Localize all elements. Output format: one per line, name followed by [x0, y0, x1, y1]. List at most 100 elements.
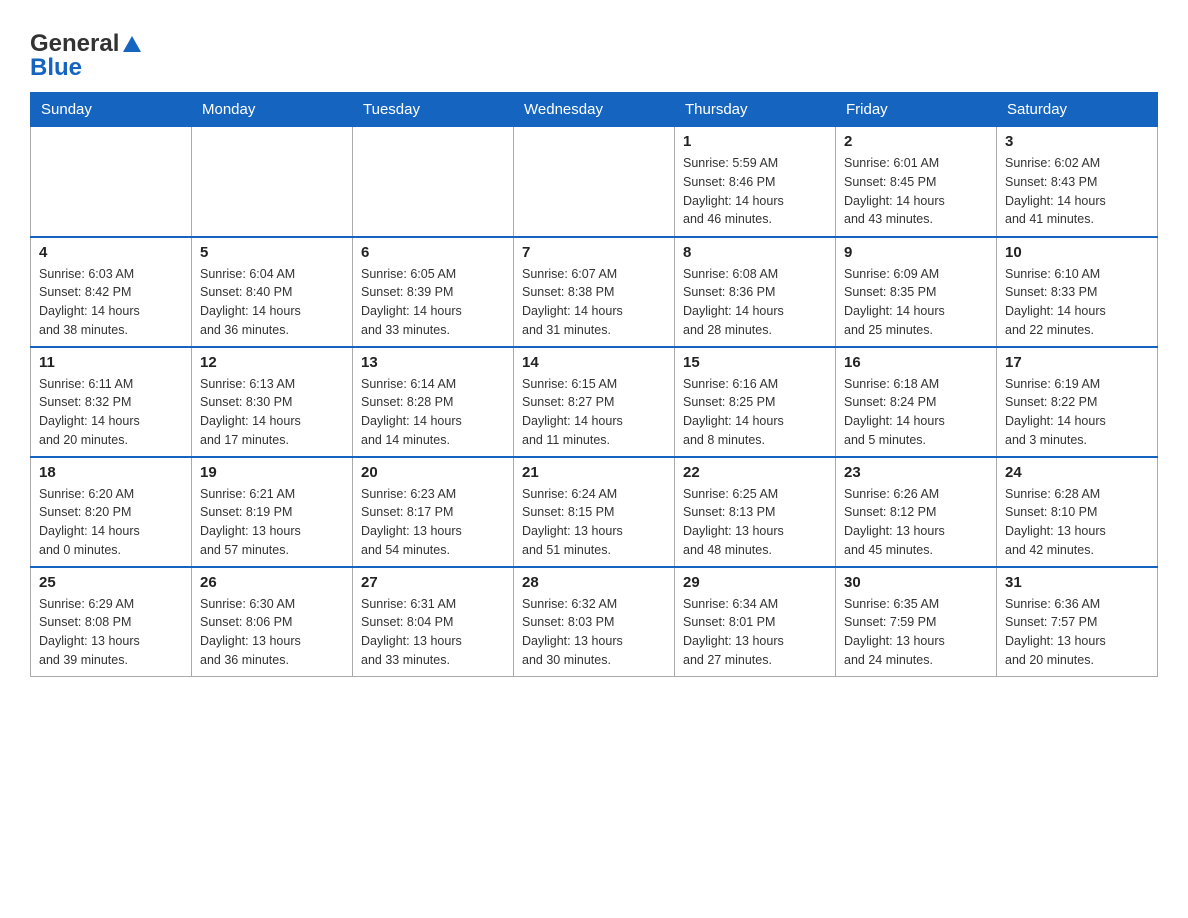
calendar-cell-30: 30Sunrise: 6:35 AM Sunset: 7:59 PM Dayli…: [836, 567, 997, 677]
calendar-cell-20: 20 Sunrise: 6:23 AM Sunset: 8:17 PM Dayli…: [353, 457, 514, 567]
weekday-header-tuesday: Tuesday: [353, 93, 514, 127]
day-number: 29: [683, 574, 827, 591]
day-info: Sunrise: 6:23 AM Sunset: 8:17 PM Dayligh…: [361, 485, 505, 560]
day-number: 19: [200, 464, 344, 481]
weekday-header-sunday: Sunday: [31, 93, 192, 127]
day-info: Sunrise: 6:36 AM Sunset: 7:57 PM Dayligh…: [1005, 595, 1149, 670]
weekday-header-friday: Friday: [836, 93, 997, 127]
day-info: Sunrise: 6:30 AM Sunset: 8:06 PM Dayligh…: [200, 595, 344, 670]
calendar-cell-13: 13 Sunrise: 6:14 AM Sunset: 8:28 PM Dayli…: [353, 347, 514, 457]
day-info: Sunrise: 6:02 AM Sunset: 8:43 PM Dayligh…: [1005, 154, 1149, 229]
calendar-cell-31: 31 Sunrise: 6:36 AM Sunset: 7:57 PM Dayli…: [997, 567, 1158, 677]
day-number: 9: [844, 244, 988, 261]
day-info: Sunrise: 6:21 AM Sunset: 8:19 PM Dayligh…: [200, 485, 344, 560]
day-info: Sunrise: 6:15 AM Sunset: 8:27 PM Dayligh…: [522, 375, 666, 450]
day-number: 24: [1005, 464, 1149, 481]
day-number: 20: [361, 464, 505, 481]
day-number: 11: [39, 354, 183, 371]
calendar-week-2: 4Sunrise: 6:03 AM Sunset: 8:42 PM Daylig…: [31, 237, 1158, 347]
day-info: Sunrise: 6:29 AM Sunset: 8:08 PM Dayligh…: [39, 595, 183, 670]
day-number: 27: [361, 574, 505, 591]
calendar-cell-28: 28 Sunrise: 6:32 AM Sunset: 8:03 PM Dayli…: [514, 567, 675, 677]
day-number: 2: [844, 133, 988, 150]
calendar-cell-6: 6 Sunrise: 6:05 AM Sunset: 8:39 PM Daylig…: [353, 237, 514, 347]
logo-blue-text: Blue: [30, 54, 82, 82]
day-number: 25: [39, 574, 183, 591]
calendar-cell-empty: [353, 127, 514, 237]
calendar-cell-14: 14 Sunrise: 6:15 AM Sunset: 8:27 PM Dayli…: [514, 347, 675, 457]
day-number: 21: [522, 464, 666, 481]
day-info: Sunrise: 6:28 AM Sunset: 8:10 PM Dayligh…: [1005, 485, 1149, 560]
day-number: 13: [361, 354, 505, 371]
logo: General Blue: [30, 30, 142, 82]
day-number: 30: [844, 574, 988, 591]
day-info: Sunrise: 6:07 AM Sunset: 8:38 PM Dayligh…: [522, 265, 666, 340]
day-info: Sunrise: 6:19 AM Sunset: 8:22 PM Dayligh…: [1005, 375, 1149, 450]
day-number: 26: [200, 574, 344, 591]
day-info: Sunrise: 5:59 AM Sunset: 8:46 PM Dayligh…: [683, 154, 827, 229]
calendar-cell-21: 21 Sunrise: 6:24 AM Sunset: 8:15 PM Dayli…: [514, 457, 675, 567]
calendar-cell-empty: [514, 127, 675, 237]
day-info: Sunrise: 6:18 AM Sunset: 8:24 PM Dayligh…: [844, 375, 988, 450]
day-info: Sunrise: 6:03 AM Sunset: 8:42 PM Dayligh…: [39, 265, 183, 340]
day-number: 17: [1005, 354, 1149, 371]
day-info: Sunrise: 6:16 AM Sunset: 8:25 PM Dayligh…: [683, 375, 827, 450]
day-number: 22: [683, 464, 827, 481]
day-info: Sunrise: 6:32 AM Sunset: 8:03 PM Dayligh…: [522, 595, 666, 670]
day-info: Sunrise: 6:04 AM Sunset: 8:40 PM Dayligh…: [200, 265, 344, 340]
day-number: 31: [1005, 574, 1149, 591]
day-number: 28: [522, 574, 666, 591]
day-number: 8: [683, 244, 827, 261]
calendar-cell-19: 19 Sunrise: 6:21 AM Sunset: 8:19 PM Dayli…: [192, 457, 353, 567]
day-info: Sunrise: 6:24 AM Sunset: 8:15 PM Dayligh…: [522, 485, 666, 560]
calendar-cell-23: 23 Sunrise: 6:26 AM Sunset: 8:12 PM Dayli…: [836, 457, 997, 567]
day-number: 7: [522, 244, 666, 261]
day-number: 1: [683, 133, 827, 150]
day-number: 5: [200, 244, 344, 261]
calendar-cell-empty: [31, 127, 192, 237]
day-number: 14: [522, 354, 666, 371]
calendar-cell-27: 27 Sunrise: 6:31 AM Sunset: 8:04 PM Dayli…: [353, 567, 514, 677]
calendar-cell-18: 18 Sunrise: 6:20 AM Sunset: 8:20 PM Dayli…: [31, 457, 192, 567]
calendar-cell-25: 25 Sunrise: 6:29 AM Sunset: 8:08 PM Dayli…: [31, 567, 192, 677]
calendar-cell-16: 16 Sunrise: 6:18 AM Sunset: 8:24 PM Dayli…: [836, 347, 997, 457]
calendar-table: SundayMondayTuesdayWednesdayThursdayFrid…: [30, 92, 1158, 677]
calendar-week-5: 25 Sunrise: 6:29 AM Sunset: 8:08 PM Dayli…: [31, 567, 1158, 677]
calendar-cell-9: 9 Sunrise: 6:09 AM Sunset: 8:35 PM Daylig…: [836, 237, 997, 347]
calendar-cell-10: 10Sunrise: 6:10 AM Sunset: 8:33 PM Dayli…: [997, 237, 1158, 347]
calendar-cell-15: 15 Sunrise: 6:16 AM Sunset: 8:25 PM Dayli…: [675, 347, 836, 457]
day-info: Sunrise: 6:34 AM Sunset: 8:01 PM Dayligh…: [683, 595, 827, 670]
day-number: 12: [200, 354, 344, 371]
calendar-cell-4: 4Sunrise: 6:03 AM Sunset: 8:42 PM Daylig…: [31, 237, 192, 347]
calendar-cell-1: 1 Sunrise: 5:59 AM Sunset: 8:46 PM Daylig…: [675, 127, 836, 237]
calendar-cell-29: 29 Sunrise: 6:34 AM Sunset: 8:01 PM Dayli…: [675, 567, 836, 677]
day-info: Sunrise: 6:08 AM Sunset: 8:36 PM Dayligh…: [683, 265, 827, 340]
calendar-cell-7: 7 Sunrise: 6:07 AM Sunset: 8:38 PM Daylig…: [514, 237, 675, 347]
day-number: 16: [844, 354, 988, 371]
weekday-header-monday: Monday: [192, 93, 353, 127]
calendar-week-3: 11Sunrise: 6:11 AM Sunset: 8:32 PM Dayli…: [31, 347, 1158, 457]
day-info: Sunrise: 6:01 AM Sunset: 8:45 PM Dayligh…: [844, 154, 988, 229]
calendar-cell-24: 24 Sunrise: 6:28 AM Sunset: 8:10 PM Dayli…: [997, 457, 1158, 567]
weekday-header-saturday: Saturday: [997, 93, 1158, 127]
day-info: Sunrise: 6:31 AM Sunset: 8:04 PM Dayligh…: [361, 595, 505, 670]
day-info: Sunrise: 6:14 AM Sunset: 8:28 PM Dayligh…: [361, 375, 505, 450]
calendar-cell-2: 2 Sunrise: 6:01 AM Sunset: 8:45 PM Daylig…: [836, 127, 997, 237]
calendar-cell-11: 11Sunrise: 6:11 AM Sunset: 8:32 PM Dayli…: [31, 347, 192, 457]
day-info: Sunrise: 6:26 AM Sunset: 8:12 PM Dayligh…: [844, 485, 988, 560]
day-number: 6: [361, 244, 505, 261]
calendar-week-1: 1 Sunrise: 5:59 AM Sunset: 8:46 PM Daylig…: [31, 127, 1158, 237]
day-number: 18: [39, 464, 183, 481]
calendar-cell-8: 8 Sunrise: 6:08 AM Sunset: 8:36 PM Daylig…: [675, 237, 836, 347]
day-number: 15: [683, 354, 827, 371]
weekday-header-thursday: Thursday: [675, 93, 836, 127]
day-info: Sunrise: 6:20 AM Sunset: 8:20 PM Dayligh…: [39, 485, 183, 560]
day-number: 23: [844, 464, 988, 481]
calendar-cell-26: 26 Sunrise: 6:30 AM Sunset: 8:06 PM Dayli…: [192, 567, 353, 677]
day-info: Sunrise: 6:25 AM Sunset: 8:13 PM Dayligh…: [683, 485, 827, 560]
day-number: 3: [1005, 133, 1149, 150]
day-info: Sunrise: 6:05 AM Sunset: 8:39 PM Dayligh…: [361, 265, 505, 340]
calendar-week-4: 18 Sunrise: 6:20 AM Sunset: 8:20 PM Dayli…: [31, 457, 1158, 567]
day-info: Sunrise: 6:09 AM Sunset: 8:35 PM Dayligh…: [844, 265, 988, 340]
day-number: 10: [1005, 244, 1149, 261]
